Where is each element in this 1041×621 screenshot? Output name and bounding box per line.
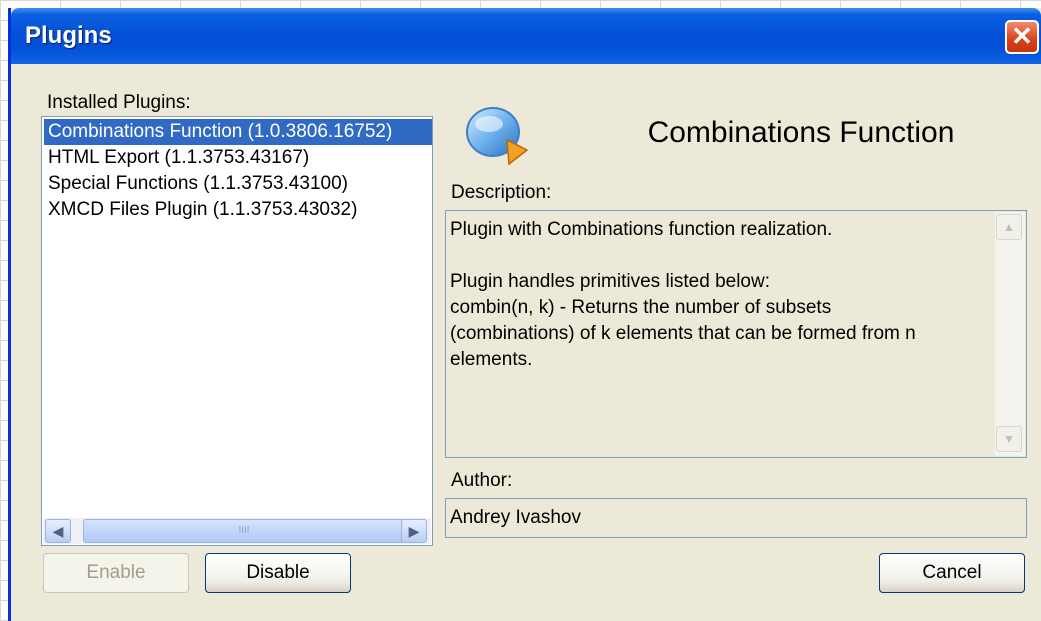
close-icon: ✕: [1011, 21, 1033, 51]
scroll-thumb[interactable]: IIII: [83, 519, 405, 543]
author-value: Andrey Ivashov: [450, 507, 581, 528]
arrow-right-icon: ▶: [408, 523, 420, 539]
installed-plugins-label: Installed Plugins:: [47, 92, 191, 113]
enable-button[interactable]: Enable: [43, 553, 189, 593]
cancel-button[interactable]: Cancel: [879, 553, 1025, 593]
author-field[interactable]: Andrey Ivashov: [445, 498, 1027, 538]
horizontal-scrollbar[interactable]: ◀ IIII ▶: [43, 518, 431, 544]
arrow-left-icon: ◀: [52, 523, 64, 539]
description-field[interactable]: Plugin with Combinations function realiz…: [445, 210, 1027, 458]
plugin-title: Combinations Function: [647, 116, 955, 149]
list-item[interactable]: Combinations Function (1.0.3806.16752): [44, 119, 432, 145]
scroll-down-button[interactable]: ▼: [996, 426, 1022, 452]
plugins-dialog: Plugins ✕ Installed Plugins: Combination…: [8, 8, 1041, 621]
disable-button[interactable]: Disable: [205, 553, 351, 593]
close-button[interactable]: ✕: [1005, 20, 1039, 54]
vertical-scrollbar[interactable]: ▲ ▼: [995, 212, 1025, 456]
scroll-right-button[interactable]: ▶: [401, 519, 427, 543]
plugin-disk-icon: [466, 107, 529, 166]
grip-icon: IIII: [238, 525, 250, 536]
author-label: Author:: [451, 470, 513, 491]
dialog-title: Plugins: [25, 22, 112, 49]
list-item[interactable]: Special Functions (1.1.3753.43100): [48, 171, 348, 197]
description-text: Plugin with Combinations function realiz…: [450, 219, 916, 370]
arrow-down-icon: ▼: [1003, 432, 1015, 446]
scroll-left-button[interactable]: ◀: [45, 519, 71, 543]
installed-plugins-list[interactable]: Combinations Function (1.0.3806.16752) H…: [41, 116, 433, 546]
description-label: Description:: [451, 182, 552, 203]
title-bar[interactable]: Plugins ✕: [11, 8, 1041, 64]
arrow-up-icon: ▲: [1003, 220, 1015, 234]
list-item[interactable]: XMCD Files Plugin (1.1.3753.43032): [48, 197, 357, 223]
list-item[interactable]: HTML Export (1.1.3753.43167): [48, 145, 309, 171]
scroll-up-button[interactable]: ▲: [996, 214, 1022, 240]
